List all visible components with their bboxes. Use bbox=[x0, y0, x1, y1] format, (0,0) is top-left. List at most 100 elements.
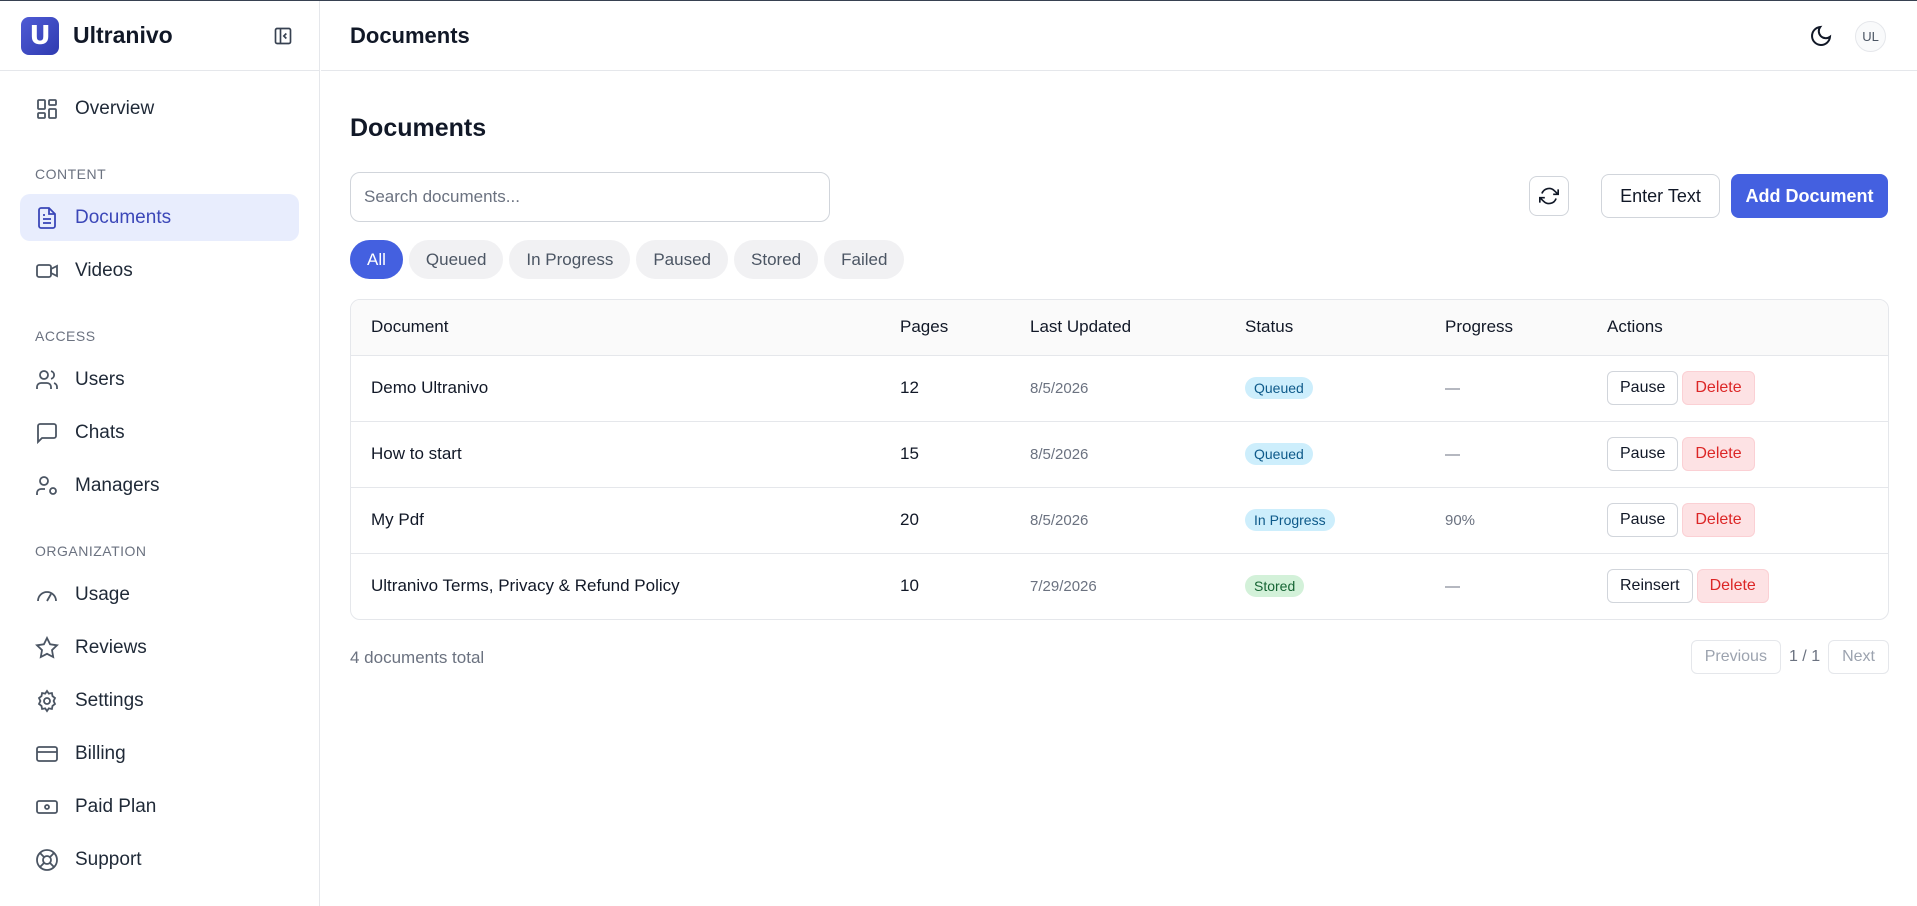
next-page-button[interactable]: Next bbox=[1828, 640, 1889, 674]
column-header-actions: Actions bbox=[1587, 300, 1888, 356]
column-header-progress[interactable]: Progress bbox=[1425, 300, 1587, 356]
delete-button[interactable]: Delete bbox=[1696, 569, 1769, 604]
document-name[interactable]: How to start bbox=[351, 421, 880, 488]
filter-failed[interactable]: Failed bbox=[824, 240, 905, 279]
star-icon bbox=[35, 635, 59, 660]
sidebar-item-label: Chats bbox=[75, 421, 125, 443]
previous-page-button[interactable]: Previous bbox=[1690, 640, 1781, 674]
sidebar-item-settings[interactable]: Settings bbox=[20, 677, 299, 724]
table-row[interactable]: Ultranivo Terms, Privacy & Refund Policy… bbox=[351, 553, 1888, 619]
sidebar-item-videos[interactable]: Videos bbox=[20, 247, 299, 294]
logo-letter: U bbox=[29, 20, 51, 51]
status-cell: In Progress bbox=[1225, 487, 1425, 554]
add-document-button[interactable]: Add Document bbox=[1731, 174, 1888, 218]
search-input[interactable] bbox=[350, 172, 830, 222]
enter-text-button[interactable]: Enter Text bbox=[1601, 174, 1720, 218]
sidebar-item-label: Support bbox=[75, 848, 142, 870]
sidebar-item-label: Reviews bbox=[75, 636, 147, 658]
refresh-button[interactable] bbox=[1529, 176, 1569, 216]
gauge-icon bbox=[35, 583, 59, 607]
banknote-icon bbox=[35, 795, 59, 819]
progress-cell: — bbox=[1425, 355, 1587, 422]
avatar[interactable]: UL bbox=[1855, 21, 1886, 52]
document-name[interactable]: Ultranivo Terms, Privacy & Refund Policy bbox=[351, 553, 880, 619]
topbar: Documents UL bbox=[321, 1, 1917, 71]
status-badge: Stored bbox=[1245, 575, 1305, 598]
status-filters: All Queued In Progress Paused Stored Fai… bbox=[350, 240, 1888, 279]
refresh-icon bbox=[1539, 187, 1559, 205]
users-icon bbox=[35, 368, 59, 392]
sidebar-nav: Overview CONTENT Documents Videos ACCESS… bbox=[0, 71, 319, 883]
status-cell: Queued bbox=[1225, 355, 1425, 422]
sidebar-item-usage[interactable]: Usage bbox=[20, 571, 299, 618]
sidebar-item-overview[interactable]: Overview bbox=[20, 85, 299, 132]
sidebar-item-label: Videos bbox=[75, 259, 133, 281]
page-count: 10 bbox=[900, 576, 919, 596]
video-icon bbox=[35, 259, 59, 283]
sidebar-item-label: Billing bbox=[75, 742, 126, 764]
last-updated: 7/29/2026 bbox=[1030, 577, 1097, 595]
brand-header: U Ultranivo bbox=[0, 1, 319, 71]
pause-button[interactable]: Pause bbox=[1607, 437, 1679, 471]
page-count: 15 bbox=[880, 421, 1010, 488]
document-name[interactable]: Demo Ultranivo bbox=[351, 355, 880, 422]
sidebar-collapse-icon[interactable] bbox=[273, 26, 293, 46]
delete-button[interactable]: Delete bbox=[1682, 371, 1755, 405]
progress-cell: — bbox=[1425, 421, 1587, 488]
lifebuoy-icon bbox=[35, 848, 59, 872]
status-cell: Queued bbox=[1225, 421, 1425, 488]
last-updated: 8/5/2026 bbox=[1010, 487, 1225, 554]
last-updated: 8/5/2026 bbox=[1010, 355, 1225, 422]
page-indicator: 1 / 1 bbox=[1788, 648, 1821, 665]
table-row[interactable]: How to start 15 8/5/2026 Queued — Pause D… bbox=[351, 421, 1888, 488]
delete-button[interactable]: Delete bbox=[1682, 437, 1755, 471]
pause-button[interactable]: Pause bbox=[1607, 503, 1679, 537]
page-header-title: Documents bbox=[350, 22, 470, 48]
sidebar-item-chats[interactable]: Chats bbox=[20, 409, 299, 456]
document-icon bbox=[35, 206, 59, 230]
pause-button[interactable]: Pause bbox=[1607, 371, 1679, 405]
app-logo[interactable]: U bbox=[21, 16, 59, 55]
sidebar-item-users[interactable]: Users bbox=[20, 356, 299, 403]
section-label-organization: ORGANIZATION bbox=[35, 543, 147, 559]
sidebar-item-label: Users bbox=[75, 368, 125, 390]
toolbar: Enter Text Add Document bbox=[350, 172, 1888, 222]
progress-cell: — bbox=[1445, 577, 1460, 595]
page-title: Documents bbox=[350, 114, 487, 142]
status-badge: Queued bbox=[1245, 377, 1313, 399]
status-badge: In Progress bbox=[1245, 509, 1335, 531]
user-cog-icon bbox=[35, 474, 59, 498]
documents-content: Documents Enter Text Add Document All Qu… bbox=[321, 114, 1917, 676]
actions-cell: Pause Delete bbox=[1587, 355, 1888, 422]
document-name[interactable]: My Pdf bbox=[351, 487, 880, 554]
column-header-pages[interactable]: Pages bbox=[880, 300, 1010, 356]
sidebar-item-label: Overview bbox=[75, 97, 155, 119]
sidebar-item-billing[interactable]: Billing bbox=[20, 730, 299, 777]
sidebar-item-managers[interactable]: Managers bbox=[20, 462, 299, 509]
section-label-content: CONTENT bbox=[35, 166, 107, 182]
filter-queued[interactable]: Queued bbox=[408, 240, 504, 279]
filter-in-progress[interactable]: In Progress bbox=[509, 240, 631, 279]
column-header-last-updated[interactable]: Last Updated bbox=[1010, 300, 1225, 356]
sidebar-item-label: Settings bbox=[75, 689, 144, 711]
table-row[interactable]: My Pdf 20 8/5/2026 In Progress 90% Pause… bbox=[351, 487, 1888, 554]
main-area: Documents UL Documents Enter Text Add Do… bbox=[321, 1, 1917, 906]
section-label-access: ACCESS bbox=[35, 328, 96, 344]
last-updated: 8/5/2026 bbox=[1010, 421, 1225, 488]
sidebar-item-paid-plan[interactable]: Paid Plan bbox=[20, 783, 299, 830]
table-row[interactable]: Demo Ultranivo 12 8/5/2026 Queued — Paus… bbox=[351, 355, 1888, 422]
moon-icon[interactable] bbox=[1809, 24, 1833, 48]
sidebar-item-support[interactable]: Support bbox=[20, 836, 299, 883]
filter-paused[interactable]: Paused bbox=[636, 240, 729, 279]
sidebar-item-reviews[interactable]: Reviews bbox=[20, 624, 299, 671]
page-count: 12 bbox=[880, 355, 1010, 422]
reinsert-button[interactable]: Reinsert bbox=[1607, 569, 1693, 604]
sidebar-item-documents[interactable]: Documents bbox=[20, 194, 299, 241]
pagination: Previous 1 / 1 Next bbox=[1690, 640, 1889, 674]
delete-button[interactable]: Delete bbox=[1682, 503, 1755, 537]
filter-stored[interactable]: Stored bbox=[734, 240, 819, 279]
filter-all[interactable]: All bbox=[350, 240, 403, 279]
column-header-document[interactable]: Document bbox=[351, 300, 880, 356]
column-header-status[interactable]: Status bbox=[1225, 300, 1425, 356]
actions-cell: Reinsert Delete bbox=[1587, 553, 1888, 619]
